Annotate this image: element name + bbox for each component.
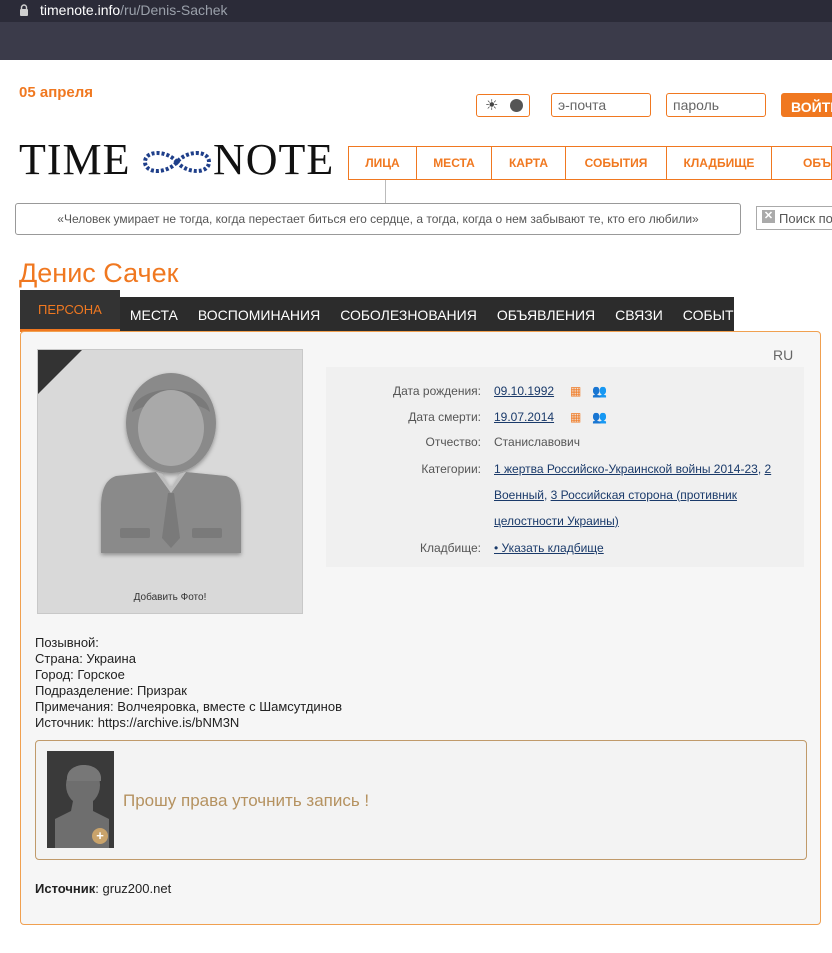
nav-divider [385, 180, 386, 204]
search-placeholder: Поиск по [779, 211, 832, 226]
search-box[interactable]: ✕ Поиск по [756, 206, 832, 230]
main-nav: ЛИЦА МЕСТА КАРТА СОБЫТИЯ КЛАДБИЩЕ ОБЪ [348, 146, 832, 180]
tab-announcements[interactable]: ОБЪЯВЛЕНИЯ [487, 297, 605, 332]
category-link-3[interactable]: 3 Российская сторона (противник [551, 488, 737, 502]
language-switch[interactable]: RU [773, 347, 793, 363]
category-link-3b[interactable]: целостности Украины) [494, 514, 619, 528]
biography-info: Позывной: Страна: Украина Город: Горское… [35, 635, 342, 731]
request-rights-box[interactable]: + Прошу права уточнить запись ! [35, 740, 807, 860]
source-archive-line: Источник: https://archive.is/bNM3N [35, 715, 240, 730]
birth-date-label: Дата рождения: [393, 384, 481, 398]
clear-icon[interactable]: ✕ [762, 210, 775, 223]
category-link-1[interactable]: 1 жертва Российско-Украинской войны 2014… [494, 462, 758, 476]
unit-line: Подразделение: Призрак [35, 683, 187, 698]
source-label: Источник [35, 881, 96, 896]
mourning-ribbon [38, 350, 82, 394]
nav-item-events[interactable]: СОБЫТИЯ [566, 147, 667, 179]
email-field[interactable] [551, 93, 651, 117]
tab-events[interactable]: СОБЫТИЯ [673, 297, 764, 332]
cemetery-value[interactable]: • Указать кладбище [494, 541, 604, 555]
calendar-icon[interactable]: ▦ [570, 410, 581, 424]
nav-item-map[interactable]: КАРТА [492, 147, 566, 179]
category-link-2b[interactable]: Военный [494, 488, 544, 502]
quote-banner: «Человек умирает не тогда, когда переста… [15, 203, 741, 235]
current-date: 05 апреля [19, 84, 94, 101]
url-text: timenote.info/ru/Denis-Sachek [40, 2, 228, 18]
cemetery-label: Кладбище: [420, 541, 481, 555]
nav-item-places[interactable]: МЕСТА [417, 147, 492, 179]
categories-line-2: Военный, 3 Российская сторона (противник [494, 488, 737, 502]
nav-item-cemetery[interactable]: КЛАДБИЩЕ [667, 147, 772, 179]
nav-item-faces[interactable]: ЛИЦА [349, 147, 417, 179]
person-card: RU Добавить Фото! Дата рождения: 09.10.1… [20, 331, 821, 925]
source-value: : gruz200.net [95, 881, 172, 896]
nav-item-announcements[interactable]: ОБЪ [772, 147, 832, 179]
infinity-logo-icon [142, 151, 212, 173]
password-field[interactable] [666, 93, 766, 117]
browser-chrome: timenote.info/ru/Denis-Sachek [0, 0, 832, 60]
category-link-2[interactable]: 2 [765, 462, 772, 476]
categories-line-3: целостности Украины) [494, 514, 619, 528]
people-list-icon[interactable]: 👥 [592, 384, 607, 398]
profile-photo[interactable]: Добавить Фото! [37, 349, 303, 614]
calendar-icon[interactable]: ▦ [570, 384, 581, 398]
cemetery-link[interactable]: • Указать кладбище [494, 541, 604, 555]
birth-date-value[interactable]: 09.10.1992 [494, 384, 554, 398]
categories-line-1: 1 жертва Российско-Украинской войны 2014… [494, 462, 772, 476]
country-line: Страна: Украина [35, 651, 136, 666]
moon-icon [510, 99, 523, 112]
add-icon[interactable]: + [92, 828, 108, 844]
request-rights-text[interactable]: Прошу права уточнить запись ! [123, 791, 369, 811]
theme-toggle[interactable]: ☀ [476, 94, 530, 117]
city-line: Город: Горское [35, 667, 125, 682]
tab-memories[interactable]: ВОСПОМИНАНИЯ [188, 297, 330, 332]
lock-icon [20, 4, 28, 16]
tab-connections[interactable]: СВЯЗИ [605, 297, 673, 332]
patronymic-label: Отчество: [425, 435, 482, 449]
people-list-icon[interactable]: 👥 [592, 410, 607, 424]
categories-label: Категории: [421, 462, 481, 476]
person-facts: Дата рождения: 09.10.1992 ▦ 👥 Дата смерт… [326, 367, 804, 567]
site-logo[interactable]: TIME NOTE [19, 136, 333, 184]
user-avatar: + [47, 751, 114, 848]
tab-person[interactable]: ПЕРСОНА [20, 290, 120, 332]
page-title: Денис Сачек [19, 258, 179, 288]
default-avatar-icon [101, 373, 241, 553]
notes-line: Примечания: Волчеяровка, вместе с Шамсут… [35, 699, 342, 714]
callsign-line: Позывной: [35, 635, 99, 650]
add-photo-label[interactable]: Добавить Фото! [38, 592, 302, 603]
death-date-link[interactable]: 19.07.2014 [494, 410, 554, 424]
person-tabs: ПЕРСОНА МЕСТА ВОСПОМИНАНИЯ СОБОЛЕЗНОВАНИ… [20, 290, 754, 332]
death-date-label: Дата смерти: [408, 410, 481, 424]
login-button[interactable]: ВОЙТИ [781, 93, 832, 117]
address-bar[interactable]: timenote.info/ru/Denis-Sachek [0, 0, 832, 22]
source-line: Источник: gruz200.net [35, 881, 171, 896]
sun-icon: ☀ [485, 97, 499, 114]
death-date-value[interactable]: 19.07.2014 [494, 410, 554, 424]
birth-date-link[interactable]: 09.10.1992 [494, 384, 554, 398]
tab-condolences[interactable]: СОБОЛЕЗНОВАНИЯ [330, 297, 487, 332]
tab-places[interactable]: МЕСТА [120, 297, 188, 332]
patronymic-value: Станиславович [494, 435, 580, 449]
